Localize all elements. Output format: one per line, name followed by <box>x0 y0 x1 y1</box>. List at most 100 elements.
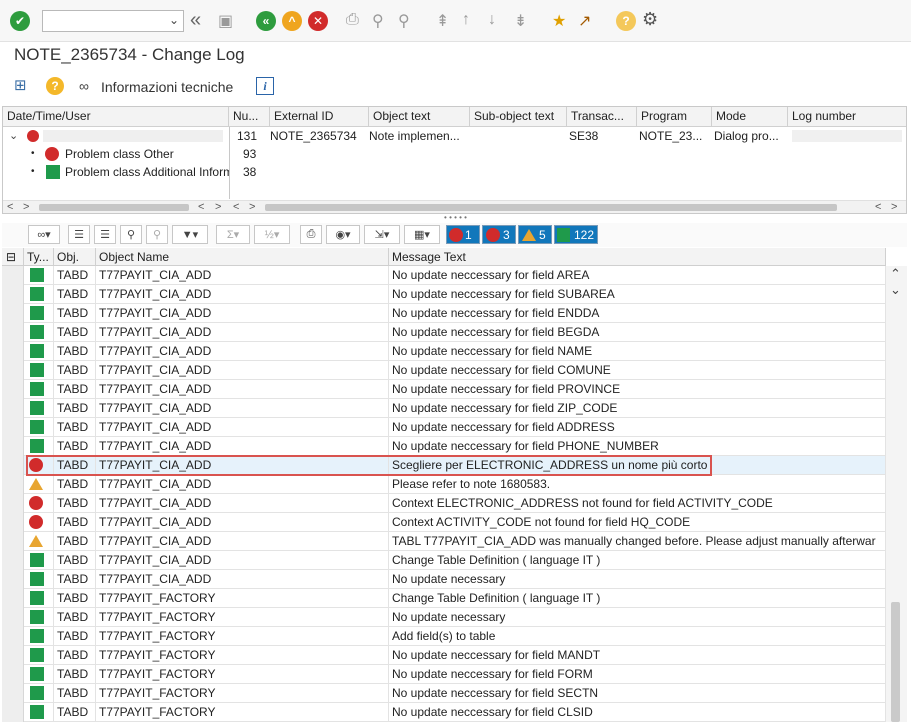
row-selector[interactable] <box>2 437 24 456</box>
table-row[interactable]: TABD T77PAYIT_FACTORY Change Table Definit… <box>2 589 886 608</box>
tree-child-row[interactable]: • Problem class Additional Inform <box>3 163 229 181</box>
scroll-right-icon[interactable]: > <box>23 201 29 213</box>
prev-page-icon[interactable]: ↑ <box>462 11 470 29</box>
double-chevron-left-icon[interactable]: « <box>190 9 201 32</box>
grid-header-object-name[interactable]: Object Name <box>96 248 389 266</box>
table-row[interactable]: TABD T77PAYIT_FACTORY No update neccessary… <box>2 665 886 684</box>
row-selector[interactable] <box>2 266 24 285</box>
tree-child-row[interactable]: • Problem class Other <box>3 145 229 163</box>
row-selector[interactable] <box>2 665 24 684</box>
grid-header-type[interactable]: Ty... <box>24 248 54 266</box>
tree-header-number[interactable]: Nu... <box>229 107 270 127</box>
first-page-icon[interactable]: ⇞ <box>436 11 449 31</box>
tree-header-program[interactable]: Program <box>637 107 712 127</box>
tree-header-mode[interactable]: Mode <box>712 107 788 127</box>
row-selector[interactable] <box>2 608 24 627</box>
table-row[interactable]: TABD T77PAYIT_FACTORY No update neccessary… <box>2 703 886 722</box>
table-row[interactable]: TABD T77PAYIT_FACTORY No update neccessary… <box>2 646 886 665</box>
tree-header-external-id[interactable]: External ID <box>270 107 369 127</box>
scroll-left-icon[interactable]: < <box>875 201 881 213</box>
cancel-icon[interactable]: ✕ <box>308 11 328 31</box>
grid-header-obj[interactable]: Obj. <box>54 248 96 266</box>
help-icon[interactable]: ? <box>616 11 636 31</box>
find-next-icon[interactable]: ⚲ <box>146 225 168 244</box>
row-selector[interactable] <box>2 380 24 399</box>
table-row[interactable]: TABD T77PAYIT_CIA_ADD No update neccessary… <box>2 418 886 437</box>
print-icon[interactable]: ⎙ <box>346 11 359 29</box>
info-icon[interactable]: i <box>256 77 274 95</box>
row-selector[interactable] <box>2 703 24 722</box>
print-icon[interactable]: ⎙ <box>300 225 322 244</box>
details-icon[interactable]: ∞▾ <box>28 225 60 244</box>
command-field[interactable]: ⌄ <box>42 10 184 32</box>
row-selector[interactable] <box>2 494 24 513</box>
chevron-down-icon[interactable]: ⌄ <box>169 13 179 27</box>
table-row[interactable]: TABD T77PAYIT_CIA_ADD Scegliere per ELECTR… <box>2 456 886 475</box>
row-selector[interactable] <box>2 475 24 494</box>
sort-ascending-icon[interactable]: ☰ <box>68 225 90 244</box>
row-selector[interactable] <box>2 285 24 304</box>
row-selector[interactable] <box>2 399 24 418</box>
tree-root-row[interactable]: ⌄ <box>3 127 229 145</box>
settings-icon[interactable]: ⚙ <box>642 9 658 30</box>
chevron-down-icon[interactable]: ⌄ <box>9 127 18 145</box>
shortcut-icon[interactable]: ↗ <box>578 11 591 31</box>
help-icon[interactable]: ? <box>46 77 64 95</box>
row-selector[interactable] <box>2 342 24 361</box>
scroll-right-icon[interactable]: > <box>891 201 897 213</box>
table-row[interactable]: TABD T77PAYIT_FACTORY Add field(s) to tabl… <box>2 627 886 646</box>
tree-hscroll-left[interactable]: < > < > <box>3 200 229 213</box>
table-row[interactable]: TABD T77PAYIT_CIA_ADD No update neccessary… <box>2 380 886 399</box>
row-selector[interactable] <box>2 551 24 570</box>
row-selector[interactable] <box>2 456 24 475</box>
find-icon[interactable]: ⚲ <box>120 225 142 244</box>
views-icon[interactable]: ◉▾ <box>326 225 360 244</box>
row-selector[interactable] <box>2 589 24 608</box>
export-icon[interactable]: ⇲▾ <box>364 225 400 244</box>
last-page-icon[interactable]: ⇟ <box>514 11 527 31</box>
table-row[interactable]: TABD T77PAYIT_CIA_ADD TABL T77PAYIT_CIA_AD… <box>2 532 886 551</box>
row-selector[interactable] <box>2 418 24 437</box>
grid-hscroll-thumb[interactable] <box>265 204 837 211</box>
table-row[interactable]: TABD T77PAYIT_CIA_ADD No update neccessary… <box>2 361 886 380</box>
scroll-down-icon[interactable]: ⌄ <box>890 282 901 298</box>
count-error[interactable]: 3 <box>482 225 516 244</box>
row-selector[interactable] <box>2 646 24 665</box>
table-row[interactable]: TABD T77PAYIT_CIA_ADD No update neccessary… <box>2 342 886 361</box>
table-row[interactable]: TABD T77PAYIT_CIA_ADD No update neccessary… <box>2 304 886 323</box>
table-row[interactable]: TABD T77PAYIT_CIA_ADD No update necessary <box>2 570 886 589</box>
table-row[interactable]: TABD T77PAYIT_CIA_ADD No update neccessary… <box>2 285 886 304</box>
sort-descending-icon[interactable]: ☰ <box>94 225 116 244</box>
tree-hscroll-thumb[interactable] <box>39 204 189 211</box>
table-row[interactable]: TABD T77PAYIT_FACTORY No update necessary <box>2 608 886 627</box>
sum-icon[interactable]: Σ▾ <box>216 225 250 244</box>
tree-header-log-number[interactable]: Log number <box>788 107 906 127</box>
tree-header-transaction[interactable]: Transac... <box>567 107 637 127</box>
row-selector[interactable] <box>2 361 24 380</box>
row-selector[interactable] <box>2 627 24 646</box>
grid-vscroll[interactable]: ⌃ ⌄ <box>886 266 907 722</box>
table-row[interactable]: TABD T77PAYIT_FACTORY No update neccessary… <box>2 684 886 703</box>
new-session-icon[interactable]: ★ <box>552 11 566 31</box>
tree-header-object-text[interactable]: Object text <box>369 107 470 127</box>
find-icon[interactable]: ⚲ <box>372 11 384 31</box>
count-stop[interactable]: 1 <box>446 225 480 244</box>
scroll-right-icon[interactable]: > <box>249 201 255 213</box>
scroll-right-icon[interactable]: > <box>215 201 221 213</box>
next-page-icon[interactable]: ↓ <box>488 11 496 29</box>
layout-icon[interactable]: ▦▾ <box>404 225 440 244</box>
row-selector[interactable] <box>2 513 24 532</box>
table-row[interactable]: TABD T77PAYIT_CIA_ADD No update neccessary… <box>2 266 886 285</box>
scroll-left-icon[interactable]: < <box>233 201 239 213</box>
scroll-up-icon[interactable]: ⌃ <box>890 266 901 282</box>
table-row[interactable]: TABD T77PAYIT_CIA_ADD Context ACTIVITY_COD… <box>2 513 886 532</box>
tree-header-sub-object-text[interactable]: Sub-object text <box>470 107 567 127</box>
check-icon[interactable]: ✔ <box>10 11 30 31</box>
table-row[interactable]: TABD T77PAYIT_CIA_ADD No update neccessary… <box>2 399 886 418</box>
filter-icon[interactable]: ▼▾ <box>172 225 208 244</box>
row-selector[interactable] <box>2 323 24 342</box>
glasses-icon[interactable]: ∞ <box>79 78 89 94</box>
row-selector[interactable] <box>2 304 24 323</box>
count-warning[interactable]: 5 <box>518 225 552 244</box>
row-selector[interactable] <box>2 532 24 551</box>
